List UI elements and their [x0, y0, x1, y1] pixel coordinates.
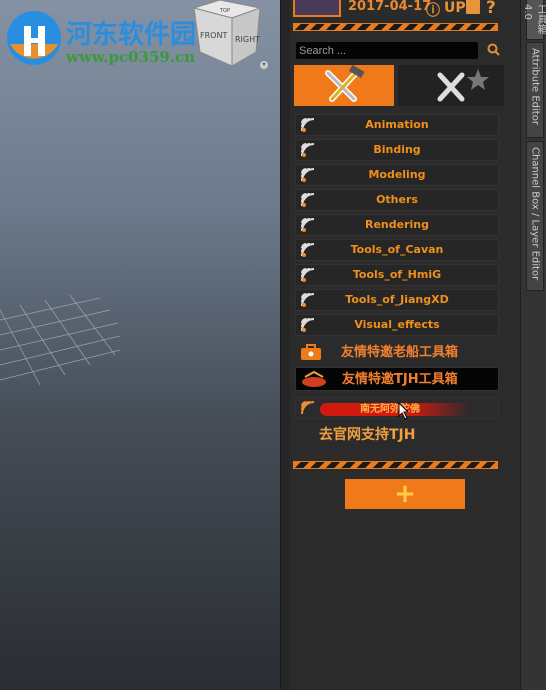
- update-icon[interactable]: UP: [444, 0, 466, 16]
- extra-item-label: 友情特邀老船工具箱: [341, 345, 459, 360]
- category-rendering[interactable]: Rendering: [295, 214, 499, 236]
- category-visual-effects[interactable]: Visual_effects: [295, 314, 499, 336]
- category-tools-of-hmig[interactable]: Tools_of_HmiG: [295, 264, 499, 286]
- support-link[interactable]: 去官网支持TJH: [319, 424, 415, 444]
- right-tab-strip: 工具箱4.0 Attribute Editor Channel Box / La…: [520, 0, 546, 690]
- add-button[interactable]: +: [345, 479, 465, 509]
- tab-attribute-editor[interactable]: Attribute Editor: [526, 42, 544, 138]
- view-cube[interactable]: FRONT RIGHT TOP: [192, 0, 262, 68]
- category-label: Tools_of_HmiG: [352, 268, 442, 281]
- cube-top: TOP: [219, 8, 230, 14]
- signal-icon: [301, 268, 315, 282]
- category-others[interactable]: Others: [295, 189, 499, 211]
- tab-toolbox[interactable]: 工具箱4.0: [522, 0, 546, 40]
- watermark-url: www.pc0359.cn: [66, 48, 196, 66]
- save-icon[interactable]: [466, 0, 480, 14]
- tab-channel-box[interactable]: Channel Box / Layer Editor: [526, 141, 544, 291]
- tjh-logo-icon: [302, 371, 326, 387]
- category-binding[interactable]: Binding: [295, 139, 499, 161]
- extra-item-tjh[interactable]: 友情特邀TJH工具箱: [295, 367, 499, 391]
- ground-grid: [0, 294, 120, 386]
- panel-splitter[interactable]: [280, 0, 290, 690]
- version-date: 2017-04-17: [348, 0, 432, 14]
- category-label: Animation: [365, 118, 429, 131]
- search-icon[interactable]: [487, 43, 500, 56]
- tools-icon: [325, 64, 365, 102]
- help-head-icon[interactable]: ⓘ: [426, 0, 440, 20]
- signal-icon: [301, 118, 315, 132]
- category-label: Visual_effects: [354, 318, 440, 331]
- signal-icon: [301, 318, 315, 332]
- signal-icon: [301, 168, 315, 182]
- category-animation[interactable]: Animation: [295, 114, 499, 136]
- view-cube-menu-icon[interactable]: ▾: [260, 61, 268, 69]
- category-tools-of-jiangxd[interactable]: Tools_of_JiangXD: [295, 289, 499, 311]
- divider-stripe: [293, 461, 498, 469]
- watermark-title: 河东软件园: [66, 20, 197, 50]
- signal-icon: [301, 143, 315, 157]
- signal-icon: [301, 193, 315, 207]
- cube-front: FRONT: [200, 31, 227, 40]
- watermark-logo: [7, 11, 61, 65]
- category-label: Modeling: [368, 168, 426, 181]
- search-input[interactable]: [296, 42, 478, 59]
- tab-tools[interactable]: [294, 64, 394, 106]
- question-icon[interactable]: ?: [486, 0, 496, 18]
- toolbox-panel: 2017-04-17 ⓘ UP ? Animation Binding Modeli…: [290, 0, 520, 690]
- mouse-cursor-icon: [398, 402, 410, 420]
- category-label: Rendering: [365, 218, 429, 231]
- extra-item-laochuan[interactable]: 友情特邀老船工具箱: [295, 341, 499, 365]
- cube-right: RIGHT: [235, 35, 260, 44]
- signal-icon: [301, 401, 315, 415]
- extra-item-label: 友情特邀TJH工具箱: [342, 372, 458, 387]
- signal-icon: [301, 243, 315, 257]
- divider-stripe: [293, 23, 498, 31]
- signal-icon: [301, 218, 315, 232]
- category-label: Tools_of_JiangXD: [345, 293, 449, 306]
- amitabha-banner[interactable]: 南无阿弥陀佛: [320, 403, 470, 416]
- favorite-tools-icon: [437, 69, 489, 102]
- tab-favorites[interactable]: [398, 65, 504, 106]
- category-label: Tools_of_Cavan: [350, 243, 444, 256]
- signal-icon: [301, 293, 315, 307]
- category-modeling[interactable]: Modeling: [295, 164, 499, 186]
- category-label: Others: [376, 193, 418, 206]
- category-tools-of-cavan[interactable]: Tools_of_Cavan: [295, 239, 499, 261]
- category-label: Binding: [373, 143, 421, 156]
- 3d-viewport[interactable]: 河东软件园 www.pc0359.cn FRONT RIGHT TOP ▾: [0, 0, 280, 690]
- toolbox-icon: [301, 344, 321, 360]
- banner-thumbnail[interactable]: [293, 0, 341, 17]
